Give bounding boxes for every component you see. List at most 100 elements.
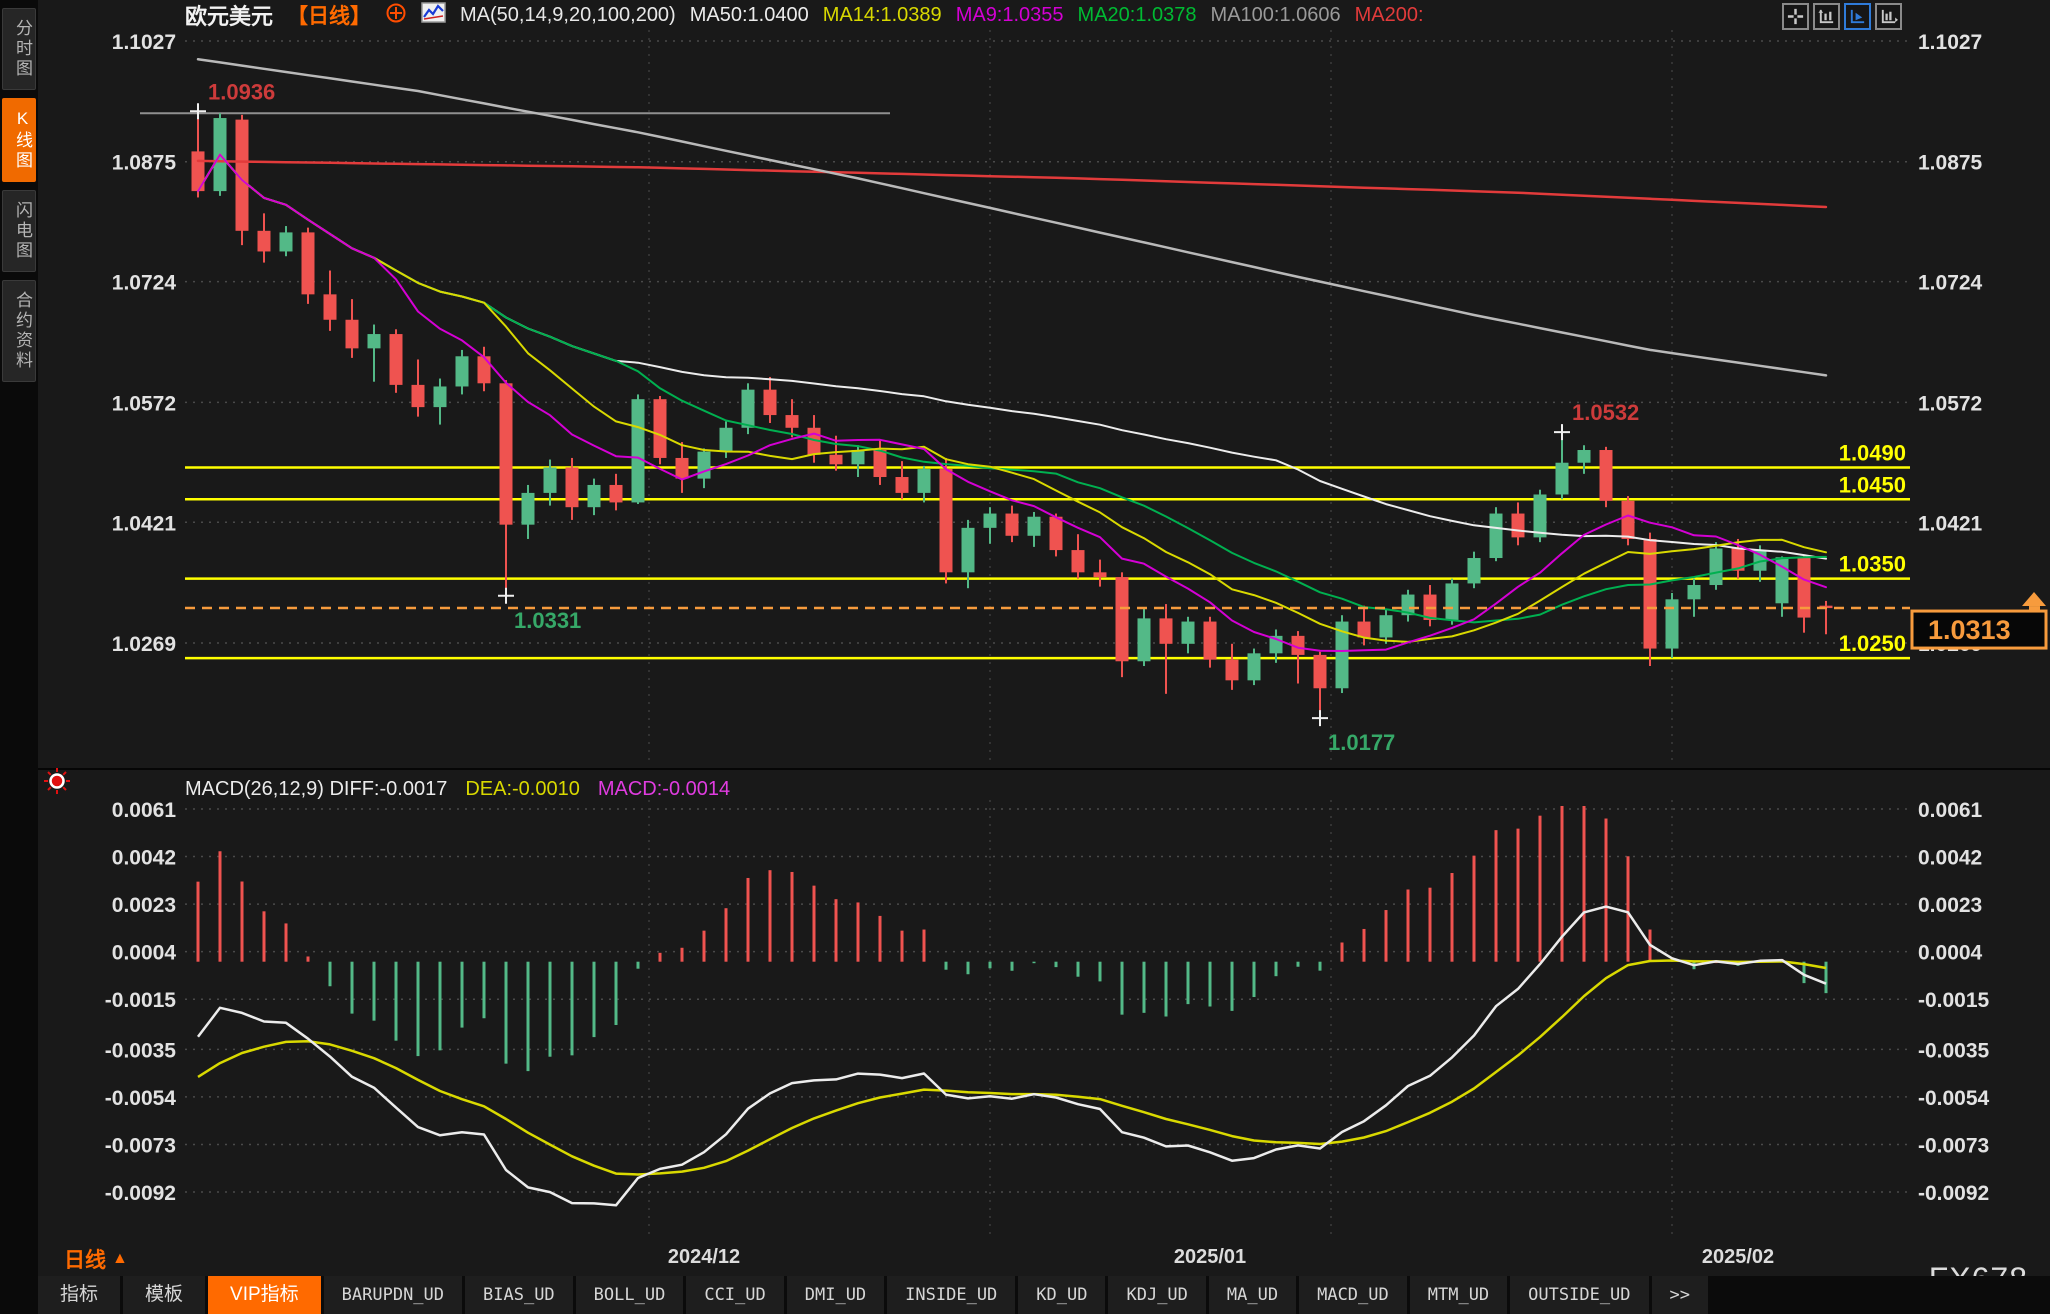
level-price-label: 1.0450 <box>1839 472 1906 497</box>
candle-body <box>522 493 535 525</box>
candle-body <box>1556 463 1569 495</box>
bottom-tab->>[interactable]: >> <box>1652 1276 1708 1314</box>
candle-body <box>918 469 931 493</box>
macd-histogram-bar <box>1077 962 1080 977</box>
price-axis-label-right: 1.0421 <box>1918 512 1983 535</box>
macd-histogram-bar <box>373 962 376 1021</box>
sidebar-item-time-chart[interactable]: 分时图 <box>2 8 36 90</box>
macd-axis-label-left: 0.0061 <box>112 799 177 822</box>
ma20-value: MA20:1.0378 <box>1078 4 1197 27</box>
candle-body <box>1138 618 1151 661</box>
level-price-label: 1.0490 <box>1839 440 1906 465</box>
macd-histogram-layer <box>197 806 1828 1071</box>
sidebar-item-flash-chart[interactable]: 闪电图 <box>2 190 36 272</box>
price-axis-label-left: 1.1027 <box>112 31 176 54</box>
bottom-tab-指标[interactable]: 指标 <box>38 1276 120 1314</box>
macd-histogram-bar <box>879 916 882 962</box>
macd-histogram-bar <box>307 956 310 961</box>
macd-axis-label-right: -0.0073 <box>1918 1134 1989 1157</box>
macd-histogram-bar <box>527 962 530 1071</box>
candle-body <box>1710 548 1723 585</box>
bottom-tab-BARUPDN_UD[interactable]: BARUPDN_UD <box>324 1276 462 1314</box>
candle-body <box>566 467 579 507</box>
sidebar-item-contract-info[interactable]: 合约资料 <box>2 280 36 382</box>
bottom-tab-VIP指标[interactable]: VIP指标 <box>208 1276 321 1314</box>
bottom-tab-MACD_UD[interactable]: MACD_UD <box>1299 1276 1407 1314</box>
period-tag[interactable]: 【日线】 <box>287 0 371 30</box>
bottom-tab-模板[interactable]: 模板 <box>123 1276 205 1314</box>
scale-left-button[interactable] <box>1813 3 1840 30</box>
ma100-value: MA100:1.0606 <box>1211 4 1341 27</box>
swing-low-label: 1.0177 <box>1328 730 1395 755</box>
candle-body <box>456 356 469 386</box>
crosshair-plus-icon[interactable] <box>385 2 407 29</box>
macd-histogram-bar <box>1473 856 1476 962</box>
candle-body <box>830 455 843 465</box>
candle-body <box>1644 539 1657 649</box>
bottom-tab-BOLL_UD[interactable]: BOLL_UD <box>576 1276 684 1314</box>
macd-axis-label-right: 0.0061 <box>1918 799 1983 822</box>
pan-right-button[interactable] <box>1875 3 1902 30</box>
candle-body <box>1248 653 1261 680</box>
bottom-tab-CCI_UD[interactable]: CCI_UD <box>686 1276 783 1314</box>
macd-histogram-bar <box>835 899 838 962</box>
macd-histogram-bar <box>1385 910 1388 962</box>
candle-body <box>1204 622 1217 660</box>
bottom-tab-DMI_UD[interactable]: DMI_UD <box>787 1276 884 1314</box>
candle-body <box>1182 622 1195 644</box>
macd-histogram-bar <box>329 962 332 987</box>
price-macd-chart[interactable]: 1.10271.08751.07241.05721.04211.02690.00… <box>0 0 2050 1314</box>
macd-histogram-bar <box>571 962 574 1056</box>
period-selector[interactable]: 日线 ▲ <box>64 1244 128 1274</box>
bottom-tab-OUTSIDE_UD[interactable]: OUTSIDE_UD <box>1510 1276 1648 1314</box>
macd-histogram-bar <box>1517 829 1520 962</box>
bottom-tab-INSIDE_UD[interactable]: INSIDE_UD <box>887 1276 1015 1314</box>
swing-cross-marker <box>1554 424 1570 440</box>
candle-body <box>390 334 403 385</box>
bottom-tab-KD_UD[interactable]: KD_UD <box>1018 1276 1105 1314</box>
indicator-settings-icon[interactable] <box>42 766 72 801</box>
macd-axis-label-right: 0.0004 <box>1918 942 1983 965</box>
mini-chart-icon[interactable] <box>421 2 446 28</box>
macd-histogram-bar <box>285 923 288 961</box>
macd-axis-label-left: -0.0015 <box>105 989 177 1012</box>
candle-body <box>1468 558 1481 583</box>
candle-body <box>610 485 623 502</box>
bottom-tab-KDJ_UD[interactable]: KDJ_UD <box>1108 1276 1205 1314</box>
macd-histogram-bar <box>1495 830 1498 962</box>
macd-axis-label-left: -0.0092 <box>105 1182 176 1205</box>
pane-divider <box>38 768 2050 770</box>
macd-histogram-bar <box>263 911 266 961</box>
candle-body <box>1578 450 1591 463</box>
candle-body <box>632 399 645 502</box>
candle-body <box>1380 615 1393 637</box>
bottom-tab-MTM_UD[interactable]: MTM_UD <box>1410 1276 1507 1314</box>
bottom-tab-BIAS_UD[interactable]: BIAS_UD <box>465 1276 573 1314</box>
candle-body <box>1006 514 1019 536</box>
macd-axis-label-right: -0.0054 <box>1918 1087 1990 1110</box>
candle-body <box>1490 514 1503 558</box>
ma9-value: MA9:1.0355 <box>956 4 1064 27</box>
bottom-tab-MA_UD[interactable]: MA_UD <box>1209 1276 1296 1314</box>
candle-body <box>698 452 711 479</box>
macd-histogram-bar <box>1539 816 1542 962</box>
candle-body <box>368 334 381 348</box>
candle-body <box>1600 450 1613 501</box>
sidebar-item-candle-chart[interactable]: K线图 <box>2 98 36 182</box>
chart-toolbar <box>1782 3 1902 30</box>
time-axis-label: 2024/12 <box>668 1246 740 1268</box>
ma100-line <box>198 59 1826 375</box>
macd-histogram-bar <box>1583 806 1586 962</box>
grid-layer: 1.10271.08751.07241.05721.04211.02690.00… <box>105 30 1990 1240</box>
crosshair-tool-button[interactable] <box>1782 3 1809 30</box>
scale-right-button-active[interactable] <box>1844 3 1871 30</box>
macd-histogram-bar <box>1209 962 1212 1007</box>
macd-histogram-bar <box>1429 888 1432 962</box>
macd-histogram-bar <box>1605 819 1608 962</box>
annotations-layer: 1.09361.03311.01771.0532 <box>190 79 1639 755</box>
price-axis-label-left: 1.0875 <box>112 152 177 175</box>
chart-type-sidebar: 分时图 K线图 闪电图 合约资料 <box>0 0 38 1314</box>
swing-high-label: 1.0936 <box>208 79 275 104</box>
chevron-up-icon: ▲ <box>112 1250 128 1268</box>
candle-body <box>1050 517 1063 550</box>
